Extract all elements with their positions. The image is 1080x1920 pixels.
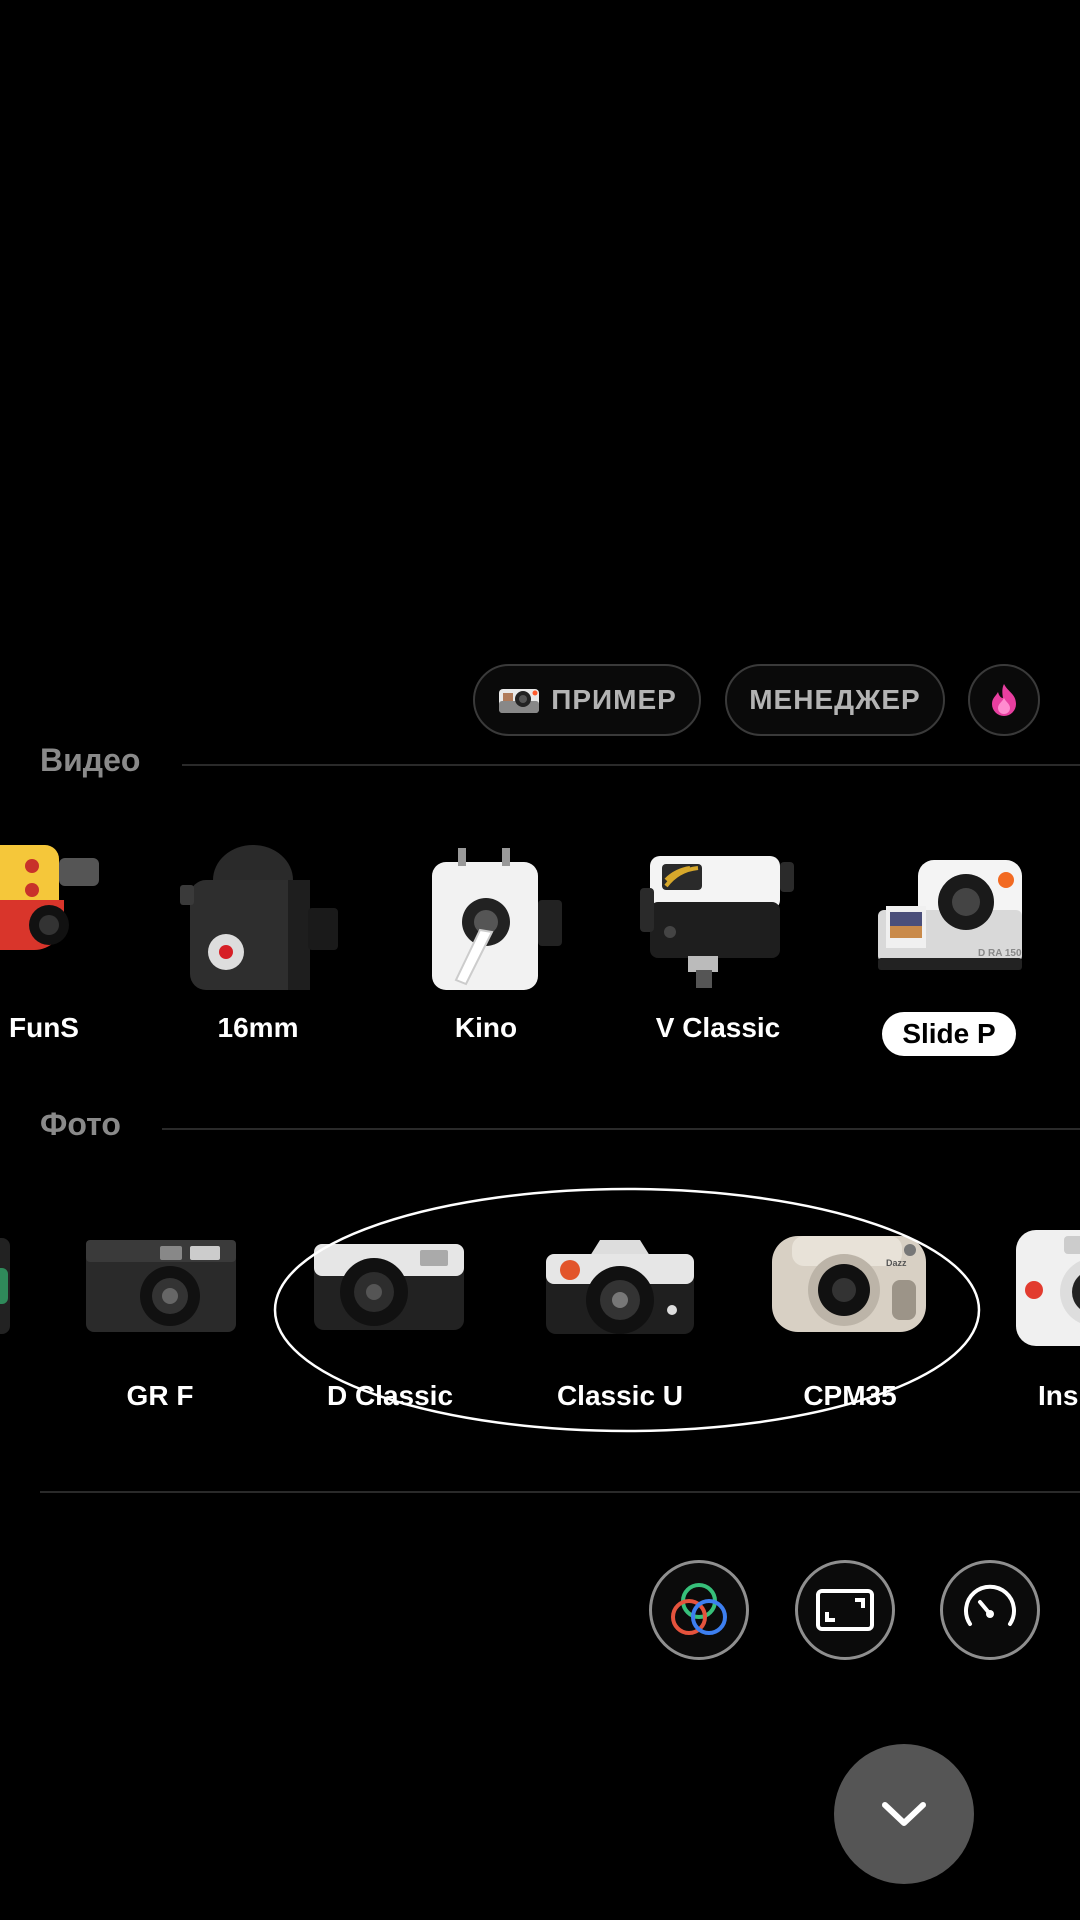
camera-label: Kino [454, 1012, 518, 1043]
svg-text:Dazz: Dazz [886, 1258, 907, 1268]
color-filter-button[interactable] [649, 1560, 749, 1660]
camera-label: 16mm [217, 1012, 299, 1043]
kino-camera-icon [432, 848, 562, 990]
color-filter-icon [671, 1583, 727, 1635]
camera-label: Ins [1038, 1380, 1079, 1411]
example-label: ПРИМЕР [551, 684, 677, 715]
dclassic-camera-icon [314, 1244, 464, 1330]
camera-label: FunS [9, 1012, 79, 1043]
video-section-divider [182, 764, 1080, 766]
instant-camera-icon [1016, 1230, 1080, 1346]
cpm35-camera-icon: Dazz [772, 1236, 926, 1332]
partial-camera-accent [0, 1268, 8, 1304]
camera-label-selected: Slide P [882, 1012, 1016, 1056]
flame-icon [992, 684, 1016, 716]
manager-label: МЕНЕДЖЕР [749, 684, 921, 715]
manager-button[interactable]: МЕНЕДЖЕР [725, 664, 945, 736]
chevron-down-icon [882, 1802, 926, 1826]
camera-label: D Classic [326, 1380, 454, 1411]
speedometer-icon [964, 1584, 1016, 1626]
collapse-button[interactable] [834, 1744, 974, 1884]
vclassic-camera-icon [640, 856, 794, 988]
bottom-divider [40, 1491, 1080, 1493]
camera-label: GR F [126, 1380, 194, 1411]
aspect-ratio-button[interactable] [795, 1560, 895, 1660]
slide-projector-icon: D RA 150 [878, 860, 1022, 970]
grf-camera-icon [86, 1240, 236, 1332]
photo-section-divider [162, 1128, 1080, 1130]
camera-item-ins[interactable]: Ins [1014, 1220, 1080, 1420]
aspect-ratio-icon [816, 1589, 874, 1631]
camera-item-partial[interactable] [0, 1238, 10, 1334]
camera-label: CPM35 [803, 1380, 897, 1411]
camera-label: V Classic [655, 1012, 781, 1043]
svg-text:D RA 150: D RA 150 [978, 948, 1022, 959]
polaroid-camera-icon [499, 689, 540, 713]
16mm-camera-icon [180, 845, 338, 990]
video-section-title: Видео [40, 742, 141, 778]
speed-button[interactable] [940, 1560, 1040, 1660]
funs-camera-icon [0, 845, 99, 950]
camera-label: Classic U [556, 1380, 684, 1411]
example-button[interactable]: ПРИМЕР [473, 664, 701, 736]
trending-button[interactable] [968, 664, 1040, 736]
classicu-camera-icon [546, 1240, 694, 1334]
photo-section-title: Фото [40, 1106, 121, 1142]
